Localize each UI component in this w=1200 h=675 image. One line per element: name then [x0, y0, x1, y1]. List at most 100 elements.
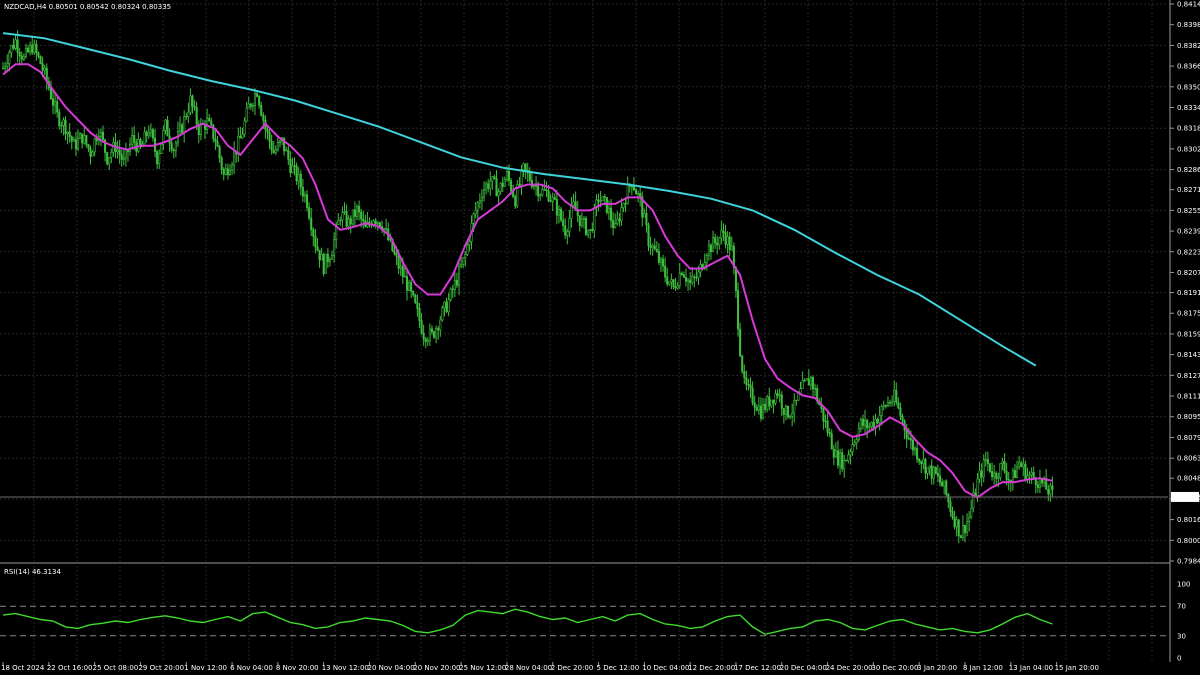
- candle-body: [637, 193, 640, 195]
- candle-body: [149, 129, 152, 134]
- candle-body: [668, 281, 671, 285]
- price-tick-label: 0.80000: [1177, 537, 1200, 545]
- candle-body: [599, 200, 602, 202]
- candle-body: [31, 44, 34, 53]
- candle-body: [545, 189, 548, 192]
- candle-body: [258, 96, 261, 106]
- candle-body: [1018, 462, 1021, 468]
- candle-body: [289, 159, 292, 173]
- candle-body: [291, 165, 294, 173]
- candle-body: [612, 220, 615, 228]
- candle-body: [437, 328, 440, 331]
- candle-body: [693, 276, 696, 278]
- candle-body: [64, 119, 67, 135]
- time-tick-label: 8 Nov 20:00: [276, 664, 319, 672]
- candle-body: [597, 199, 600, 202]
- candle-body: [886, 402, 889, 407]
- candle-body: [970, 507, 973, 518]
- candle-body: [961, 525, 964, 538]
- candle-body: [99, 131, 102, 137]
- candle-body: [376, 222, 379, 224]
- candle-body: [35, 43, 38, 54]
- candle-body: [314, 235, 317, 248]
- candle-body: [555, 199, 558, 216]
- candle-body: [643, 212, 646, 218]
- candle-body: [210, 120, 213, 126]
- candle-body: [439, 319, 442, 331]
- candle-body: [913, 447, 917, 451]
- candle-body: [220, 157, 223, 170]
- candle-body: [839, 452, 842, 466]
- candle-body: [243, 120, 246, 135]
- candle-body: [172, 149, 175, 152]
- candle-body: [208, 118, 211, 122]
- candle-body: [124, 148, 127, 159]
- price-tick-label: 0.79840: [1177, 558, 1200, 566]
- candle-body: [56, 101, 59, 113]
- candle-body: [337, 220, 340, 226]
- candle-body: [709, 244, 712, 252]
- candle-body: [766, 396, 769, 410]
- candle-body: [991, 471, 994, 478]
- time-tick-label: 6 Nov 04:00: [230, 664, 273, 672]
- candle-body: [626, 184, 629, 205]
- candle-body: [1036, 484, 1039, 488]
- candle-body: [237, 136, 240, 155]
- candle-body: [333, 239, 336, 256]
- candle-body: [795, 399, 798, 402]
- candle-body: [541, 188, 544, 196]
- candle-body: [301, 186, 304, 197]
- candle-body: [58, 111, 61, 127]
- candle-body: [905, 429, 908, 439]
- candle-body: [81, 133, 84, 144]
- candle-body: [589, 229, 592, 231]
- candle-body: [353, 209, 356, 217]
- candle-body: [430, 328, 433, 333]
- candle-body: [587, 229, 590, 235]
- candle-body: [605, 197, 608, 213]
- candle-body: [774, 393, 777, 404]
- candle-body: [226, 168, 229, 176]
- candle-body: [399, 266, 402, 269]
- candle-body: [297, 174, 300, 182]
- candle-body: [566, 231, 569, 236]
- candle-body: [684, 276, 688, 282]
- candle-body: [362, 218, 365, 222]
- candle-body: [299, 174, 302, 188]
- candle-body: [782, 408, 785, 415]
- candle-body: [670, 279, 673, 283]
- candle-body: [828, 432, 831, 435]
- candle-body: [687, 279, 690, 282]
- candle-body: [618, 218, 621, 222]
- candle-body: [911, 439, 914, 451]
- candle-body: [557, 208, 561, 216]
- candle-body: [874, 419, 877, 428]
- candle-body: [755, 406, 758, 411]
- candle-body: [941, 481, 944, 487]
- candle-body: [959, 535, 962, 538]
- candle-body: [474, 209, 477, 215]
- candle-body: [33, 43, 36, 53]
- candle-body: [95, 138, 98, 142]
- time-tick-label: 29 Oct 20:00: [138, 664, 184, 672]
- candle-body: [156, 151, 159, 165]
- candle-body: [351, 209, 354, 225]
- candle-body: [920, 461, 923, 464]
- candle-body: [1013, 470, 1016, 478]
- candle-body: [680, 272, 683, 275]
- candle-body: [714, 237, 717, 244]
- candle-body: [151, 129, 154, 139]
- candle-body: [851, 444, 854, 452]
- candle-body: [239, 136, 242, 139]
- price-tick-label: 0.83505: [1177, 83, 1200, 91]
- candle-body: [836, 450, 840, 466]
- time-tick-label: 24 Dec 20:00: [826, 664, 873, 672]
- candle-body: [489, 180, 492, 189]
- candle-body: [26, 47, 30, 53]
- candle-body: [206, 118, 209, 130]
- candle-body: [978, 470, 981, 480]
- candle-body: [591, 229, 594, 231]
- candle-body: [928, 465, 931, 469]
- candle-body: [547, 190, 550, 202]
- candle-body: [187, 111, 190, 118]
